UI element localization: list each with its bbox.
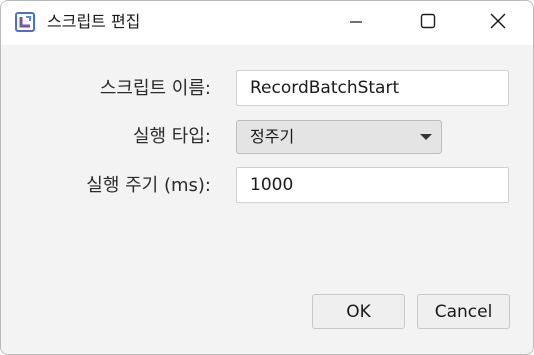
minimize-icon (349, 14, 363, 33)
app-icon (15, 12, 35, 32)
edit-script-dialog: 스크립트 편집 스크립트 이름: RecordBatchStart 실행 타입:… (0, 0, 534, 355)
script-name-label: 스크립트 이름: (99, 78, 211, 99)
dialog-body: 스크립트 이름: 실행 타입: 정주기 실행 주기 (ms): OK Cance… (1, 45, 533, 354)
window-title: 스크립트 편집 (47, 12, 141, 31)
maximize-icon (420, 13, 436, 33)
run-period-input[interactable] (236, 167, 509, 203)
minimize-button[interactable] (333, 1, 379, 45)
ok-button[interactable]: OK (312, 294, 405, 329)
cancel-button[interactable]: Cancel (417, 294, 510, 329)
close-icon (490, 13, 506, 33)
run-type-select[interactable]: 정주기 (236, 120, 442, 154)
close-button[interactable] (475, 1, 521, 45)
maximize-button[interactable] (405, 1, 451, 45)
run-type-selected-value: 정주기 (250, 127, 295, 146)
chevron-down-icon (420, 134, 432, 140)
run-period-label: 실행 주기 (ms): (86, 175, 211, 196)
run-type-label: 실행 타입: (132, 126, 211, 147)
script-name-input[interactable] (236, 70, 509, 106)
title-bar[interactable]: 스크립트 편집 (1, 1, 533, 45)
